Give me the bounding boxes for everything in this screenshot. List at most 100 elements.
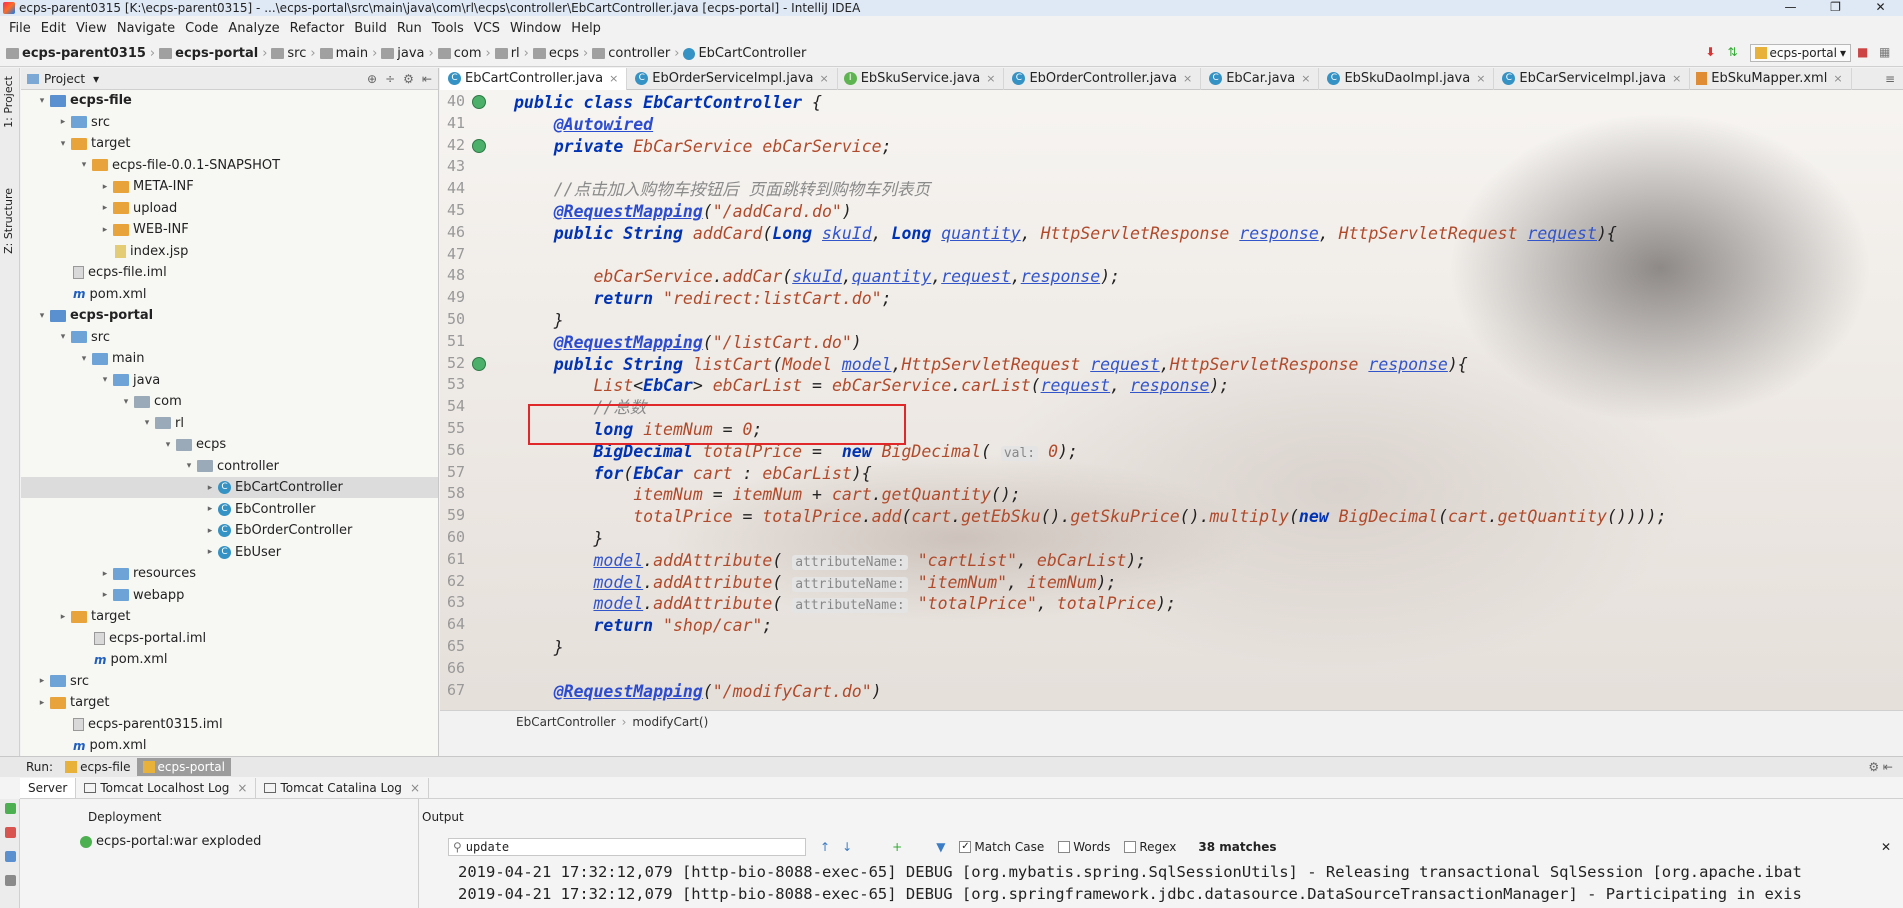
chevron-right-icon[interactable]: ▸ bbox=[204, 547, 216, 557]
tree-item[interactable]: ▾ target bbox=[21, 133, 438, 154]
tree-item[interactable]: index.jsp bbox=[21, 241, 438, 262]
chevron-down-icon[interactable]: ▾ bbox=[162, 440, 174, 450]
spring-bean-icon[interactable] bbox=[472, 95, 486, 109]
checkbox[interactable]: ✓ bbox=[959, 841, 972, 853]
editor-tab[interactable]: I EbSkuService.java × bbox=[838, 68, 1005, 90]
menu-refactor[interactable]: Refactor bbox=[285, 21, 350, 36]
breadcrumb-item[interactable]: src › bbox=[271, 46, 316, 61]
menu-build[interactable]: Build bbox=[349, 21, 392, 36]
breadcrumb-item[interactable]: java › bbox=[381, 46, 434, 61]
chevron-right-icon[interactable]: ▸ bbox=[57, 117, 69, 127]
close-icon[interactable]: × bbox=[410, 781, 420, 795]
editor-tab[interactable]: EbSkuMapper.xml × bbox=[1690, 68, 1852, 90]
spring-bean-icon[interactable] bbox=[472, 138, 486, 153]
spring-bean-icon[interactable] bbox=[472, 356, 486, 371]
build-icon[interactable]: ⇅ bbox=[1728, 45, 1744, 61]
hide-icon[interactable]: ⇤ bbox=[422, 72, 432, 86]
tree-item[interactable]: ▸ src bbox=[21, 112, 438, 133]
tree-item[interactable]: ▸ src bbox=[21, 671, 438, 692]
chevron-down-icon[interactable]: ▾ bbox=[57, 139, 69, 149]
close-icon[interactable]: × bbox=[609, 72, 618, 85]
close-icon[interactable]: ✕ bbox=[1881, 840, 1891, 854]
tree-item[interactable]: ▾ com bbox=[21, 391, 438, 412]
tree-item[interactable]: ▾ ecps-file bbox=[21, 90, 438, 111]
menu-edit[interactable]: Edit bbox=[36, 21, 71, 36]
rerun-icon[interactable] bbox=[5, 803, 16, 814]
close-icon[interactable]: × bbox=[1183, 72, 1192, 85]
crumb-class[interactable]: EbCartController bbox=[516, 715, 616, 729]
close-icon[interactable]: × bbox=[986, 72, 995, 85]
editor-tab[interactable]: C EbCar.java × bbox=[1201, 68, 1320, 90]
chevron-down-icon[interactable]: ▾ bbox=[78, 354, 90, 364]
run-tab-ecps-file[interactable]: ecps-file bbox=[59, 758, 136, 776]
run-tab-ecps-portal[interactable]: ecps-portal bbox=[136, 758, 231, 776]
chevron-down-icon[interactable]: ▾ bbox=[183, 461, 195, 471]
tree-item[interactable]: ▸ C EbCartController bbox=[21, 477, 438, 498]
search-input[interactable]: ⚲ update bbox=[448, 838, 806, 856]
update-icon[interactable] bbox=[5, 851, 16, 862]
layout-icon[interactable]: ▦ bbox=[1879, 45, 1895, 61]
tree-item[interactable]: ▾ main bbox=[21, 348, 438, 369]
gear-icon[interactable]: ⚙ bbox=[403, 72, 414, 86]
prev-match-icon[interactable]: ↑ bbox=[820, 840, 830, 854]
tab-list-icon[interactable]: ≡ bbox=[1885, 72, 1903, 86]
editor-tab[interactable]: C EbCarServiceImpl.java × bbox=[1494, 68, 1691, 90]
editor-tab[interactable]: C EbOrderServiceImpl.java × bbox=[627, 68, 838, 90]
crumb-method[interactable]: modifyCart() bbox=[632, 715, 708, 729]
find-option-regex[interactable]: Regex bbox=[1124, 840, 1176, 854]
tree-item[interactable]: ▾ java bbox=[21, 370, 438, 391]
stop-icon[interactable]: ■ bbox=[1857, 45, 1873, 61]
checkbox[interactable] bbox=[1058, 841, 1071, 853]
breadcrumb-item[interactable]: rl › bbox=[494, 46, 529, 61]
stop-icon[interactable] bbox=[5, 827, 16, 838]
close-icon[interactable]: × bbox=[1833, 72, 1842, 85]
breadcrumb-item[interactable]: ecps-portal › bbox=[159, 46, 267, 61]
tree-item[interactable]: ▸ target bbox=[21, 606, 438, 627]
tree-item[interactable]: ▾ rl bbox=[21, 413, 438, 434]
collapse-icon[interactable]: ÷ bbox=[385, 72, 395, 86]
server-tab[interactable]: Server bbox=[20, 777, 77, 798]
close-icon[interactable]: × bbox=[1672, 72, 1681, 85]
close-icon[interactable]: × bbox=[1301, 72, 1310, 85]
tree-item[interactable]: ecps-portal.iml bbox=[21, 628, 438, 649]
deployment-item[interactable]: ecps-portal:war exploded bbox=[80, 834, 261, 849]
tree-item[interactable]: ▸ META-INF bbox=[21, 176, 438, 197]
server-tab[interactable]: Tomcat Catalina Log × bbox=[256, 777, 429, 798]
chevron-down-icon[interactable]: ▾ bbox=[93, 72, 99, 86]
find-option-match-case[interactable]: ✓ Match Case bbox=[959, 840, 1044, 854]
locate-icon[interactable]: ⊕ bbox=[367, 72, 377, 86]
chevron-right-icon[interactable]: ▸ bbox=[204, 504, 216, 514]
editor-tab[interactable]: C EbOrderController.java × bbox=[1004, 68, 1202, 90]
menu-tools[interactable]: Tools bbox=[427, 21, 469, 36]
chevron-down-icon[interactable]: ▾ bbox=[36, 311, 48, 321]
breadcrumb-item[interactable]: controller › bbox=[592, 46, 679, 61]
menu-help[interactable]: Help bbox=[566, 21, 606, 36]
project-panel-title[interactable]: Project bbox=[44, 72, 85, 86]
chevron-down-icon[interactable]: ▾ bbox=[78, 160, 90, 170]
tree-item[interactable]: m pom.xml bbox=[21, 735, 438, 756]
find-option-words[interactable]: Words bbox=[1058, 840, 1110, 854]
tree-item[interactable]: ▸ WEB-INF bbox=[21, 219, 438, 240]
menu-vcs[interactable]: VCS bbox=[469, 21, 505, 36]
menu-code[interactable]: Code bbox=[180, 21, 223, 36]
tree-item[interactable]: ▾ ecps-file-0.0.1-SNAPSHOT bbox=[21, 155, 438, 176]
code-area[interactable]: public class EbCartController { @Autowir… bbox=[514, 90, 1903, 710]
tree-item[interactable]: ▸ upload bbox=[21, 198, 438, 219]
breadcrumb-item[interactable]: EbCartController bbox=[683, 46, 806, 61]
tool-tab-structure[interactable]: Z: Structure bbox=[2, 188, 15, 254]
chevron-right-icon[interactable]: ▸ bbox=[99, 225, 111, 235]
tree-item[interactable]: ▸ webapp bbox=[21, 585, 438, 606]
tree-item[interactable]: m pom.xml bbox=[21, 649, 438, 670]
tool-tab-project[interactable]: 1: Project bbox=[2, 76, 15, 128]
menu-window[interactable]: Window bbox=[505, 21, 566, 36]
tree-item[interactable]: ▸ C EbOrderController bbox=[21, 520, 438, 541]
server-tab[interactable]: Tomcat Localhost Log × bbox=[76, 777, 257, 798]
close-icon[interactable]: × bbox=[819, 72, 828, 85]
panel-divider[interactable] bbox=[418, 799, 419, 908]
chevron-right-icon[interactable]: ▸ bbox=[99, 569, 111, 579]
menu-view[interactable]: View bbox=[71, 21, 112, 36]
update-running-app-icon[interactable]: ⬇ bbox=[1706, 45, 1722, 61]
tree-item[interactable]: m pom.xml bbox=[21, 284, 438, 305]
tree-item[interactable]: ▾ ecps bbox=[21, 434, 438, 455]
gear-icon[interactable]: ⚙ ⇤ bbox=[1868, 760, 1903, 774]
